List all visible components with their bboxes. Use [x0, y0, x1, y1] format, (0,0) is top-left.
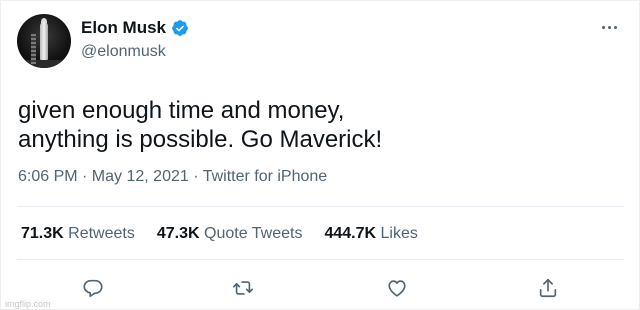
avatar-launch-tower [31, 34, 36, 64]
author-handle[interactable]: @elonmusk [81, 42, 166, 62]
quote-tweets-count: 47.3K [156, 225, 200, 242]
avatar-ground [17, 60, 71, 68]
likes-count: 444.7K [324, 225, 377, 242]
tweet-stats: 71.3K Retweets 47.3K Quote Tweets 444.7K… [21, 224, 418, 244]
retweets-label: Retweets [68, 225, 135, 242]
more-dot [601, 25, 605, 29]
share-icon [539, 278, 557, 298]
like-icon [388, 280, 406, 297]
watermark: imgflip.com [5, 299, 51, 309]
more-options-icon[interactable] [597, 19, 621, 35]
author-display-name[interactable]: Elon Musk [81, 17, 166, 39]
divider [17, 259, 624, 260]
retweets-count: 71.3K [21, 225, 64, 242]
tweet-timestamp-source[interactable]: 6:06 PM · May 12, 2021 · Twitter for iPh… [18, 167, 327, 187]
likes-stat[interactable]: 444.7K Likes [324, 224, 417, 244]
reply-icon [83, 279, 103, 298]
more-dot [613, 25, 617, 29]
divider [17, 206, 624, 207]
like-button[interactable] [382, 273, 412, 303]
author-name-row: Elon Musk [81, 17, 189, 39]
retweets-stat[interactable]: 71.3K Retweets [21, 224, 135, 244]
tweet-card: Elon Musk @elonmusk given enough time an… [0, 0, 640, 310]
tweet-text-line: given enough time and money, [18, 97, 345, 124]
retweet-icon [233, 281, 253, 295]
tweet-text-line: anything is possible. Go Maverick! [18, 126, 383, 153]
quote-tweets-label: Quote Tweets [204, 225, 303, 242]
more-dot [607, 25, 611, 29]
verified-badge-icon [172, 20, 188, 36]
avatar[interactable] [17, 14, 71, 68]
retweet-button[interactable] [228, 273, 258, 303]
avatar-rocket [40, 22, 48, 60]
quote-tweets-stat[interactable]: 47.3K Quote Tweets [157, 224, 303, 244]
share-button[interactable] [533, 273, 563, 303]
tweet-text: given enough time and money, anything is… [18, 96, 618, 154]
tweet-actions [1, 273, 640, 303]
reply-button[interactable] [78, 273, 108, 303]
likes-label: Likes [380, 225, 418, 242]
